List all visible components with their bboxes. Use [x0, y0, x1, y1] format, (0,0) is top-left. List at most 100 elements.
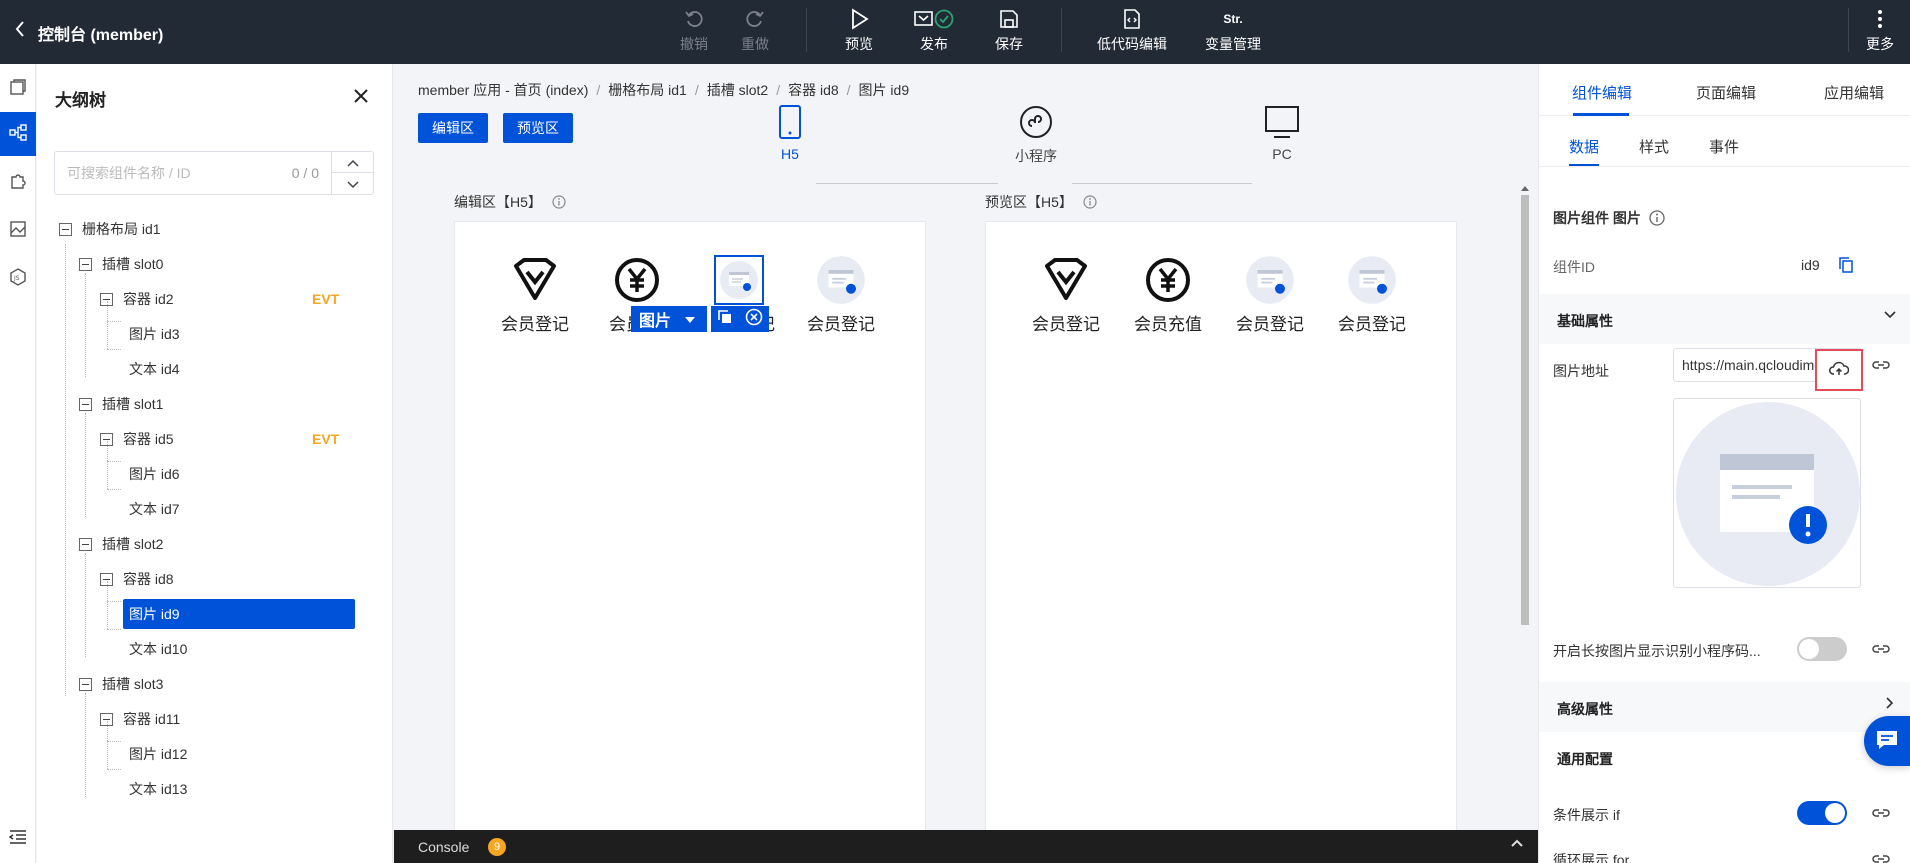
preview-item: 会员登记 — [1332, 254, 1412, 335]
chevron-up-icon[interactable] — [1510, 836, 1524, 853]
tree-node[interactable]: 容器 id2 — [100, 284, 174, 314]
tree-node[interactable]: 栅格布局 id1 — [59, 214, 161, 244]
svg-text:JS: JS — [13, 275, 20, 282]
close-icon[interactable] — [353, 84, 369, 110]
subtab-style[interactable]: 样式 — [1639, 136, 1669, 157]
tab-page-edit[interactable]: 页面编辑 — [1696, 82, 1756, 103]
condition-if-toggle[interactable] — [1797, 801, 1847, 825]
copy-icon[interactable] — [1839, 257, 1853, 276]
breadcrumb-item[interactable]: member 应用 - 首页 (index) — [418, 82, 588, 98]
chat-support-button[interactable] — [1864, 716, 1910, 766]
subtab-events[interactable]: 事件 — [1709, 136, 1739, 157]
undo-button[interactable]: 撤销 — [664, 4, 724, 60]
device-miniprogram[interactable]: 小程序 — [1006, 105, 1066, 166]
tree-node[interactable]: 插槽 slot1 — [79, 389, 163, 419]
tree-node[interactable]: 文本 id10 — [123, 634, 193, 664]
chat-icon — [1875, 729, 1899, 754]
rail-code[interactable]: JS — [0, 256, 36, 300]
breadcrumb-item[interactable]: 图片 id9 — [859, 82, 910, 98]
lowcode-button[interactable]: 低代码编辑 — [1093, 4, 1171, 60]
upload-image-button[interactable] — [1815, 349, 1863, 391]
tree-node[interactable]: 容器 id11 — [100, 704, 180, 734]
tree-node[interactable]: 文本 id4 — [123, 354, 186, 384]
collapse-toggle-icon[interactable] — [100, 432, 113, 446]
link-icon[interactable] — [1872, 358, 1890, 375]
rail-components[interactable] — [0, 160, 36, 204]
search-prev-button[interactable] — [332, 152, 373, 173]
image-placeholder-icon — [714, 255, 764, 305]
publish-button[interactable]: 发布 — [904, 4, 964, 60]
tab-component-edit[interactable]: 组件编辑 — [1572, 82, 1632, 103]
subtab-data[interactable]: 数据 — [1569, 136, 1599, 157]
app-title[interactable]: 控制台 (member) — [38, 21, 163, 45]
search-next-button[interactable] — [332, 173, 373, 194]
tree-node[interactable]: 容器 id5 — [100, 424, 174, 454]
edit-canvas[interactable]: 会员登记 会员 记 会员登记 图片 — [454, 221, 926, 861]
rail-collapse[interactable] — [0, 816, 36, 860]
condition-if-label: 条件展示 if — [1553, 807, 1620, 823]
tree-node[interactable]: 图片 id12 — [123, 739, 193, 769]
preview-zone-button[interactable]: 预览区 — [503, 113, 573, 143]
link-icon[interactable] — [1872, 852, 1890, 863]
console-bar[interactable]: Console 9 — [394, 830, 1538, 863]
collapse-toggle-icon[interactable] — [59, 222, 72, 236]
tree-node[interactable]: 插槽 slot0 — [79, 249, 163, 279]
longpress-toggle[interactable] — [1797, 637, 1847, 661]
rail-outline[interactable] — [0, 112, 36, 156]
outline-search-input[interactable] — [67, 152, 247, 194]
image-placeholder-icon — [1676, 402, 1860, 586]
tree-node[interactable]: 容器 id8 — [100, 564, 174, 594]
redo-button[interactable]: 重做 — [725, 4, 785, 60]
copy-icon[interactable] — [717, 309, 733, 330]
active-tab-indicator — [1573, 113, 1629, 116]
grid-item-member-register[interactable]: 会员登记 — [495, 254, 575, 335]
more-button[interactable]: 更多 — [1852, 4, 1908, 60]
info-icon[interactable] — [1083, 194, 1097, 210]
collapse-toggle-icon[interactable] — [79, 677, 92, 691]
delete-icon[interactable] — [745, 308, 763, 331]
top-bar: 控制台 (member) 撤销 重做 预览 发布 保存 低代码编辑 Str. 变… — [0, 0, 1910, 64]
grid-item-member-register[interactable]: 会员登记 — [801, 254, 881, 335]
breadcrumb-item[interactable]: 容器 id8 — [788, 82, 839, 98]
link-icon[interactable] — [1872, 642, 1890, 659]
tree-node[interactable]: 文本 id7 — [123, 494, 186, 524]
puzzle-icon — [9, 172, 27, 193]
collapse-toggle-icon[interactable] — [100, 712, 113, 726]
rail-pages[interactable] — [0, 66, 36, 110]
canvas-scrollbar[interactable] — [1518, 181, 1532, 863]
rail-assets[interactable] — [0, 208, 36, 252]
tree-node[interactable]: 插槽 slot2 — [79, 529, 163, 559]
breadcrumb-item[interactable]: 栅格布局 id1 — [608, 82, 687, 98]
tree-node[interactable]: 图片 id3 — [123, 319, 186, 349]
collapse-toggle-icon[interactable] — [79, 537, 92, 551]
collapse-toggle-icon[interactable] — [100, 292, 113, 306]
variable-button[interactable]: Str. 变量管理 — [1194, 4, 1272, 60]
chevron-left-icon[interactable] — [14, 20, 26, 43]
advanced-props-section[interactable]: 高级属性 — [1539, 682, 1910, 732]
component-type-dropdown[interactable]: 图片 — [631, 306, 707, 332]
basic-props-section[interactable]: 基础属性 — [1539, 294, 1910, 344]
info-icon[interactable] — [552, 194, 566, 210]
general-config-section: 通用配置 — [1539, 732, 1910, 782]
breadcrumb-item[interactable]: 插槽 slot2 — [707, 82, 768, 98]
tab-app-edit[interactable]: 应用编辑 — [1824, 82, 1884, 103]
tree-node[interactable]: 插槽 slot3 — [79, 669, 163, 699]
console-count-badge: 9 — [488, 838, 506, 856]
edit-zone-button[interactable]: 编辑区 — [418, 113, 488, 143]
collapse-toggle-icon[interactable] — [79, 397, 92, 411]
preview-button[interactable]: 预览 — [829, 4, 889, 60]
loop-for-label: 循环展示 for — [1553, 852, 1630, 863]
link-icon[interactable] — [1872, 806, 1890, 823]
toolbar-divider — [1848, 8, 1849, 52]
device-pc[interactable]: PC — [1262, 105, 1302, 162]
image-placeholder-icon — [1332, 254, 1412, 306]
tree-node[interactable]: 文本 id13 — [123, 774, 193, 804]
save-button[interactable]: 保存 — [979, 4, 1039, 60]
collapse-toggle-icon[interactable] — [79, 257, 92, 271]
info-icon[interactable] — [1649, 210, 1665, 226]
tree-guide — [107, 321, 121, 322]
tree-node-selected[interactable]: 图片 id9 — [123, 599, 355, 629]
tree-node[interactable]: 图片 id6 — [123, 459, 186, 489]
collapse-toggle-icon[interactable] — [100, 572, 113, 586]
device-h5[interactable]: H5 — [766, 105, 814, 162]
